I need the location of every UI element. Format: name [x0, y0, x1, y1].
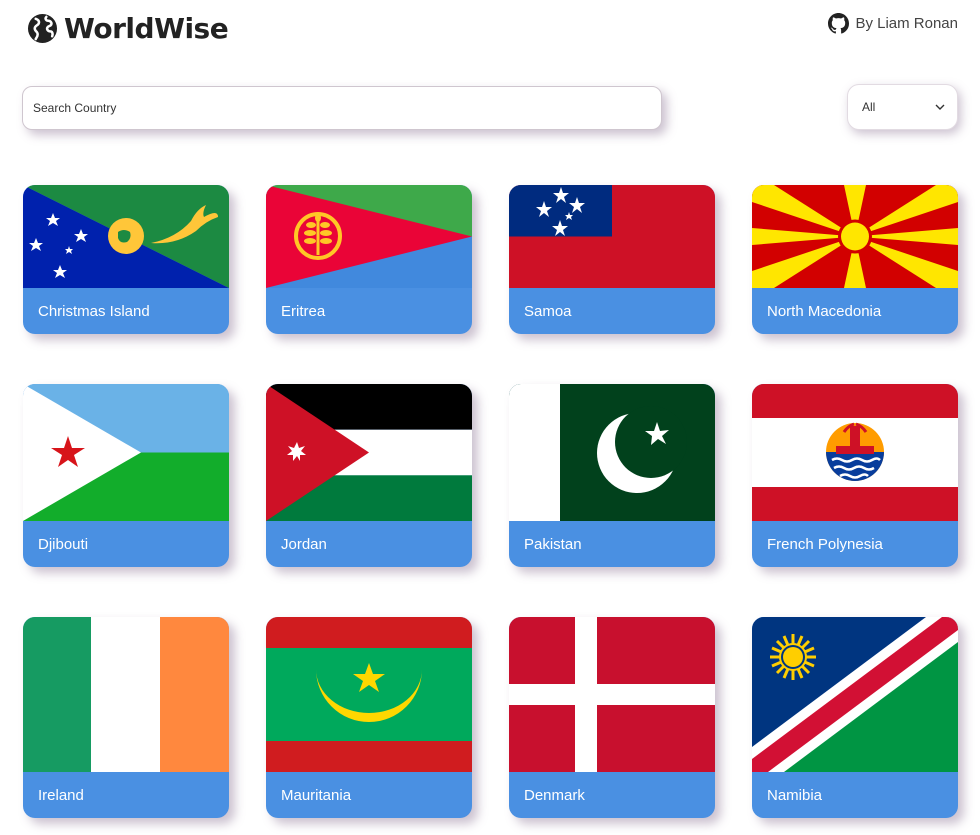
search-box — [22, 86, 662, 130]
country-card[interactable]: Eritrea — [266, 185, 472, 334]
country-name: Pakistan — [524, 535, 582, 553]
country-name: Christmas Island — [38, 302, 150, 320]
github-icon — [828, 13, 850, 34]
samoa-flag-icon — [509, 185, 715, 288]
header: WorldWise By Liam Ronan — [0, 0, 980, 60]
namibia-flag-icon — [752, 617, 958, 772]
country-name: Djibouti — [38, 535, 89, 553]
author-name: By Liam Ronan — [855, 15, 958, 32]
country-name: Jordan — [281, 535, 327, 553]
chevron-down-icon — [935, 104, 945, 110]
pakistan-flag-icon — [509, 384, 715, 521]
logo[interactable]: WorldWise — [27, 12, 229, 45]
christmas-island-flag-icon — [23, 185, 229, 288]
country-name: Namibia — [767, 786, 823, 804]
country-name: Mauritania — [281, 786, 352, 804]
country-name: Samoa — [524, 302, 572, 320]
app-title: WorldWise — [64, 12, 229, 45]
country-name: Eritrea — [281, 302, 326, 320]
search-input[interactable] — [23, 87, 661, 129]
country-card[interactable]: Djibouti — [23, 384, 229, 567]
country-card[interactable]: Denmark — [509, 617, 715, 818]
denmark-flag-icon — [509, 617, 715, 772]
north-macedonia-flag-icon — [752, 185, 958, 288]
region-filter-value: All — [862, 100, 876, 114]
ireland-flag-icon — [23, 617, 229, 772]
country-name: French Polynesia — [767, 535, 883, 553]
country-card[interactable]: Mauritania — [266, 617, 472, 818]
country-name: North Macedonia — [767, 302, 882, 320]
country-card[interactable]: Jordan — [266, 384, 472, 567]
globe-icon — [27, 13, 58, 44]
eritrea-flag-icon — [266, 185, 472, 288]
french-polynesia-flag-icon — [752, 384, 958, 521]
country-card[interactable]: Samoa — [509, 185, 715, 334]
djibouti-flag-icon — [23, 384, 229, 521]
country-card[interactable]: Christmas Island — [23, 185, 229, 334]
country-card[interactable]: Namibia — [752, 617, 958, 818]
author-link[interactable]: By Liam Ronan — [828, 13, 958, 34]
country-name: Ireland — [38, 786, 84, 804]
country-card[interactable]: French Polynesia — [752, 384, 958, 567]
country-card[interactable]: Ireland — [23, 617, 229, 818]
jordan-flag-icon — [266, 384, 472, 521]
mauritania-flag-icon — [266, 617, 472, 772]
country-card[interactable]: Pakistan — [509, 384, 715, 567]
country-name: Denmark — [524, 786, 585, 804]
country-card[interactable]: North Macedonia — [752, 185, 958, 334]
region-filter-select[interactable]: All — [847, 84, 958, 130]
